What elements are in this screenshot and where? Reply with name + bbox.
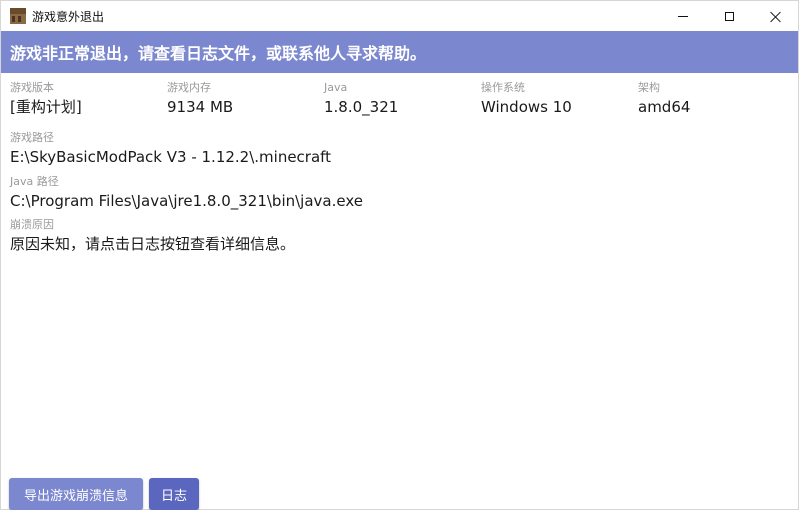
info-java-version: Java 1.8.0_321 <box>324 81 398 117</box>
info-game-version: 游戏版本 [重构计划] <box>10 81 82 117</box>
info-label: 游戏内存 <box>167 81 211 94</box>
info-os: 操作系统 Windows 10 <box>481 81 572 117</box>
game-path-field: 游戏路径 E:\SkyBasicModPack V3 - 1.12.2\.min… <box>10 131 331 167</box>
info-grid: 游戏版本 [重构计划] 游戏内存 9134 MB Java 1.8.0_321 … <box>10 81 790 121</box>
log-button[interactable]: 日志 <box>149 478 199 510</box>
info-value: 9134 MB <box>167 98 234 116</box>
game-path-label: 游戏路径 <box>10 131 54 144</box>
info-label: 架构 <box>638 81 660 94</box>
minimize-icon <box>678 15 688 17</box>
info-label: 游戏版本 <box>10 81 54 94</box>
info-label: 操作系统 <box>481 81 525 94</box>
java-path-value: C:\Program Files\Java\jre1.8.0_321\bin\j… <box>10 192 363 210</box>
action-bar: 导出游戏崩溃信息 日志 <box>9 478 199 510</box>
crash-banner: 游戏非正常退出，请查看日志文件，或联系他人寻求帮助。 <box>1 31 798 73</box>
banner-text: 游戏非正常退出，请查看日志文件，或联系他人寻求帮助。 <box>10 44 427 63</box>
java-path-label: Java 路径 <box>10 175 59 188</box>
window-title: 游戏意外退出 <box>32 9 105 24</box>
java-path-field: Java 路径 C:\Program Files\Java\jre1.8.0_3… <box>10 175 363 211</box>
info-value: Windows 10 <box>481 98 572 116</box>
game-path-value: E:\SkyBasicModPack V3 - 1.12.2\.minecraf… <box>10 148 332 166</box>
crash-reason-value: 原因未知，请点击日志按钮查看详细信息。 <box>10 235 296 253</box>
maximize-button[interactable] <box>706 1 752 31</box>
window-controls <box>660 1 798 31</box>
close-icon <box>770 11 781 22</box>
info-game-memory: 游戏内存 9134 MB <box>167 81 233 117</box>
info-value: 1.8.0_321 <box>324 98 399 116</box>
crash-reason-label: 崩溃原因 <box>10 218 54 231</box>
info-arch: 架构 amd64 <box>638 81 690 117</box>
close-button[interactable] <box>752 1 798 31</box>
export-crash-info-button[interactable]: 导出游戏崩溃信息 <box>9 478 143 510</box>
info-label: Java <box>324 81 348 94</box>
maximize-icon <box>724 11 734 21</box>
info-value: amd64 <box>638 98 691 116</box>
crash-reason-field: 崩溃原因 原因未知，请点击日志按钮查看详细信息。 <box>10 218 295 254</box>
title-bar[interactable]: 游戏意外退出 <box>1 1 798 31</box>
minimize-button[interactable] <box>660 1 706 31</box>
info-value: [重构计划] <box>10 98 82 116</box>
crafting-table-icon <box>10 8 26 24</box>
